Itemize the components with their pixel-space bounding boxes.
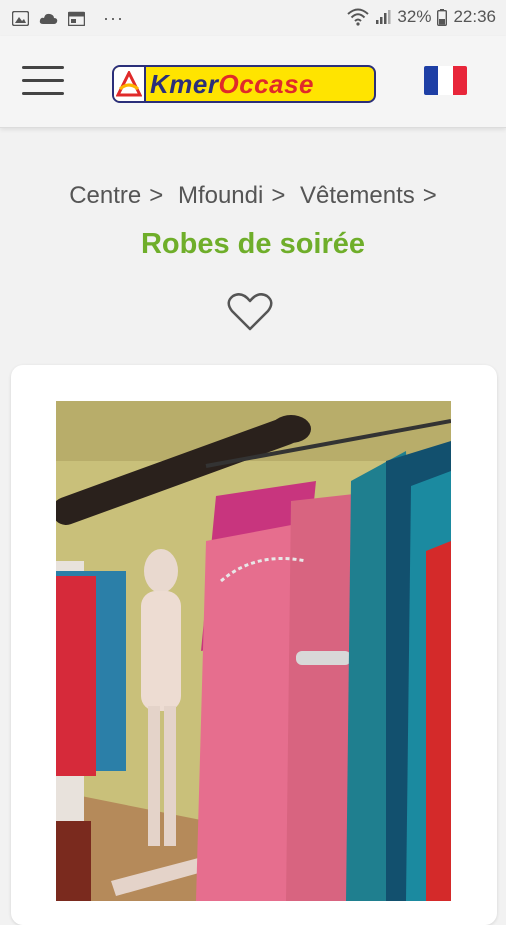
logo-mark-icon [114, 67, 146, 101]
breadcrumb: Centre > Mfoundi > Vêtements > [0, 182, 506, 210]
more-notifications-indicator: ··· [103, 8, 124, 28]
site-logo[interactable]: KmerOccase [112, 65, 376, 103]
breadcrumb-separator: > [271, 182, 286, 209]
clock: 22:36 [453, 7, 496, 26]
logo-wordmark: KmerOccase [150, 68, 315, 99]
listing-photo[interactable] [56, 401, 451, 901]
signal-icon [376, 10, 391, 24]
heart-outline-icon[interactable] [227, 292, 273, 332]
breadcrumb-item-city[interactable]: Mfoundi [178, 182, 263, 209]
calendar-notification-icon [68, 11, 85, 26]
breadcrumb-item-region[interactable]: Centre [69, 182, 141, 209]
status-bar: ··· 32% 22:36 [0, 0, 506, 36]
page-title: Robes de soirée [140, 228, 366, 260]
breadcrumb-separator: > [149, 182, 164, 209]
listing-card[interactable] [11, 365, 497, 925]
hamburger-menu-icon[interactable] [22, 66, 64, 96]
battery-icon [437, 8, 448, 26]
breadcrumb-item-category[interactable]: Vêtements [300, 182, 415, 209]
cloud-notification-icon [39, 13, 58, 24]
image-notification-icon [12, 11, 29, 26]
system-status: 32% 22:36 [347, 7, 496, 27]
breadcrumb-separator: > [422, 182, 437, 209]
app-header: KmerOccase [0, 36, 506, 128]
french-flag-icon[interactable] [424, 66, 467, 95]
battery-percent: 32% [397, 7, 432, 26]
notification-icons: ··· [12, 8, 124, 29]
wifi-icon [347, 8, 370, 26]
